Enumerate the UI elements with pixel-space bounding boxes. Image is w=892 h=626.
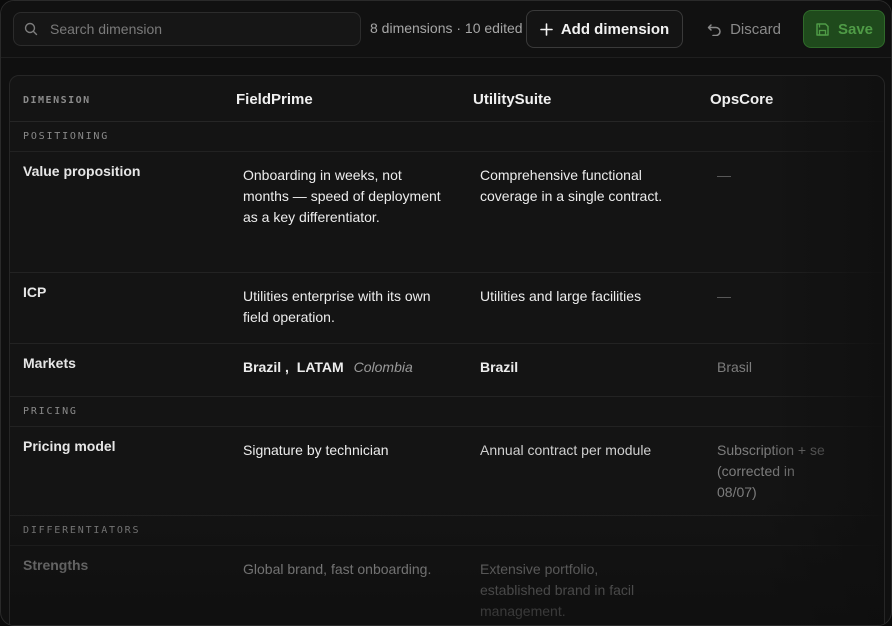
- markets-tags-cell[interactable]: Brazil , LATAM Colombia: [243, 357, 448, 378]
- table-row: Value proposition Onboarding in weeks, n…: [10, 152, 884, 273]
- discard-label: Discard: [730, 20, 781, 38]
- plus-icon: [540, 22, 553, 36]
- dimension-count: 8 dimensions · 10 edited: [370, 20, 523, 36]
- table-cell[interactable]: Extensive portfolio, established brand i…: [480, 559, 650, 622]
- table-cell[interactable]: Subscription + se (corrected in 08/07): [717, 440, 837, 503]
- save-button[interactable]: Save: [803, 10, 885, 48]
- empty-cell[interactable]: —: [717, 286, 857, 307]
- section-header-pricing: PRICING: [10, 397, 884, 427]
- table-cell[interactable]: Brasil: [717, 357, 857, 378]
- discard-button[interactable]: Discard: [698, 10, 790, 48]
- market-suggestion[interactable]: Colombia: [354, 359, 413, 375]
- market-tag: LATAM: [296, 359, 344, 375]
- dimension-column-header: DIMENSION: [23, 95, 91, 106]
- table-cell[interactable]: Onboarding in weeks, not months — speed …: [243, 165, 448, 228]
- add-dimension-label: Add dimension: [560, 20, 670, 38]
- save-label: Save: [837, 20, 874, 38]
- section-label: POSITIONING: [23, 131, 110, 142]
- row-label: Markets: [23, 355, 76, 371]
- row-label: Pricing model: [23, 438, 116, 454]
- column-header-utilitysuite[interactable]: UtilitySuite: [473, 91, 551, 108]
- section-label: DIFFERENTIATORS: [23, 525, 141, 536]
- table-row: Strengths Global brand, fast onboarding.…: [10, 546, 884, 625]
- market-tag: Brazil ,: [243, 359, 289, 375]
- section-header-positioning: POSITIONING: [10, 122, 884, 152]
- table-cell[interactable]: Signature by technician: [243, 440, 448, 461]
- table-cell[interactable]: Utilities and large facilities: [480, 286, 690, 307]
- column-header-fieldprime[interactable]: FieldPrime: [236, 91, 313, 108]
- table-row: ICP Utilities enterprise with its own fi…: [10, 273, 884, 344]
- row-label: ICP: [23, 284, 47, 300]
- section-label: PRICING: [23, 406, 78, 417]
- undo-icon: [707, 22, 722, 36]
- comparison-table: DIMENSION FieldPrime UtilitySuite OpsCor…: [9, 75, 885, 625]
- table-row: Pricing model Signature by technician An…: [10, 427, 884, 516]
- table-header: DIMENSION FieldPrime UtilitySuite OpsCor…: [10, 76, 884, 122]
- save-icon: [815, 22, 830, 37]
- app-window: 8 dimensions · 10 edited Add dimension D…: [0, 0, 892, 626]
- table-cell[interactable]: Global brand, fast onboarding.: [243, 559, 448, 580]
- table-row: Markets Brazil , LATAM Colombia Brazil B…: [10, 344, 884, 397]
- table-cell[interactable]: Brazil: [480, 357, 690, 378]
- search-box[interactable]: [13, 12, 361, 46]
- table-cell[interactable]: Annual contract per module: [480, 440, 690, 461]
- toolbar: 8 dimensions · 10 edited Add dimension D…: [1, 1, 891, 58]
- row-label: Strengths: [23, 557, 89, 573]
- section-header-differentiators: DIFFERENTIATORS: [10, 516, 884, 546]
- search-icon: [24, 22, 38, 36]
- search-input[interactable]: [50, 21, 340, 37]
- add-dimension-button[interactable]: Add dimension: [526, 10, 683, 48]
- table-cell[interactable]: Utilities enterprise with its own field …: [243, 286, 448, 328]
- empty-cell[interactable]: —: [717, 165, 857, 186]
- table-cell[interactable]: Comprehensive functional coverage in a s…: [480, 165, 690, 207]
- column-header-opscore[interactable]: OpsCore: [710, 91, 773, 108]
- row-label: Value proposition: [23, 163, 141, 179]
